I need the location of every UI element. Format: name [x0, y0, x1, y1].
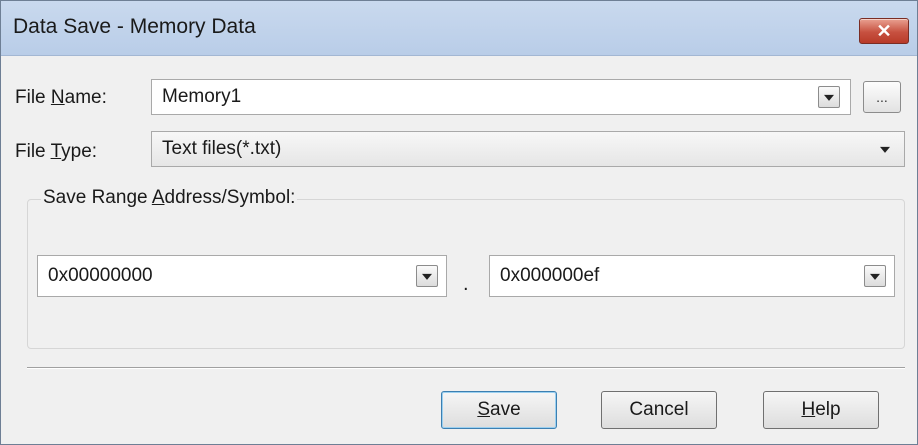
- end-address-combobox[interactable]: 0x000000ef: [489, 255, 895, 297]
- browse-button[interactable]: ...: [863, 81, 901, 113]
- cancel-button[interactable]: Cancel: [601, 391, 717, 429]
- end-address-dropdown-button[interactable]: [864, 265, 886, 287]
- window-title: Data Save - Memory Data: [13, 15, 256, 38]
- chevron-down-icon: [870, 273, 880, 280]
- data-save-dialog: Data Save - Memory Data ✕ File Name: Mem…: [0, 0, 918, 445]
- start-address-combobox[interactable]: 0x00000000: [37, 255, 447, 297]
- close-button[interactable]: ✕: [859, 18, 909, 44]
- range-separator: .: [463, 273, 469, 295]
- footer-divider: [27, 367, 905, 369]
- start-address-dropdown-button[interactable]: [416, 265, 438, 287]
- file-type-label: File Type:: [15, 141, 98, 162]
- chevron-down-icon: [880, 146, 890, 153]
- save-button[interactable]: Save: [441, 391, 557, 429]
- file-name-combobox[interactable]: Memory1: [151, 79, 851, 115]
- chevron-down-icon: [824, 94, 834, 101]
- file-name-input[interactable]: Memory1: [162, 86, 241, 108]
- file-name-dropdown-button[interactable]: [818, 86, 840, 108]
- help-button[interactable]: Help: [763, 391, 879, 429]
- file-type-select[interactable]: Text files(*.txt): [151, 131, 905, 167]
- title-bar[interactable]: Data Save - Memory Data ✕: [1, 1, 917, 56]
- file-type-value: Text files(*.txt): [162, 138, 282, 159]
- file-name-label: File Name:: [15, 87, 107, 108]
- chevron-down-icon: [422, 273, 432, 280]
- start-address-input[interactable]: 0x00000000: [48, 265, 153, 287]
- close-icon: ✕: [876, 20, 892, 41]
- end-address-input[interactable]: 0x000000ef: [500, 265, 599, 287]
- save-range-label: Save Range Address/Symbol:: [41, 187, 298, 209]
